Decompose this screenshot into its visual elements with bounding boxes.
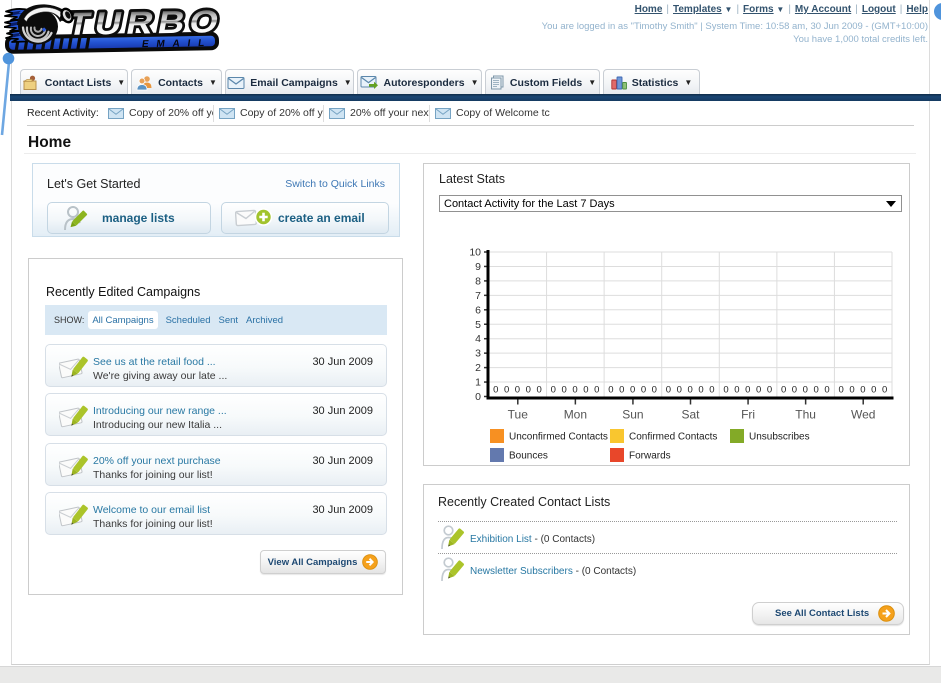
svg-text:Thu: Thu [795,408,816,422]
svg-text:0: 0 [803,385,808,396]
svg-text:0: 0 [515,385,520,396]
svg-text:0: 0 [688,385,693,396]
svg-text:9: 9 [475,261,481,273]
svg-text:0: 0 [698,385,703,396]
svg-text:0: 0 [562,385,567,396]
svg-text:0: 0 [551,385,556,396]
svg-text:2: 2 [475,362,481,374]
svg-text:Sat: Sat [681,408,700,422]
svg-text:0: 0 [781,385,786,396]
svg-text:5: 5 [475,319,481,331]
svg-text:0: 0 [814,385,819,396]
svg-text:0: 0 [709,385,714,396]
svg-text:0: 0 [756,385,761,396]
svg-text:0: 0 [619,385,624,396]
svg-text:Mon: Mon [564,408,587,422]
svg-text:0: 0 [526,385,531,396]
svg-text:0: 0 [767,385,772,396]
svg-text:0: 0 [641,385,646,396]
svg-text:0: 0 [572,385,577,396]
svg-text:3: 3 [475,348,481,360]
svg-text:1: 1 [475,377,481,389]
svg-text:0: 0 [824,385,829,396]
svg-text:0: 0 [666,385,671,396]
svg-text:0: 0 [792,385,797,396]
svg-text:0: 0 [734,385,739,396]
svg-text:0: 0 [871,385,876,396]
svg-text:0: 0 [849,385,854,396]
svg-text:0: 0 [630,385,635,396]
svg-text:0: 0 [882,385,887,396]
svg-text:6: 6 [475,304,481,316]
svg-text:0: 0 [583,385,588,396]
svg-text:0: 0 [723,385,728,396]
svg-text:0: 0 [504,385,509,396]
svg-text:4: 4 [475,333,481,345]
svg-text:0: 0 [677,385,682,396]
svg-text:Wed: Wed [851,408,875,422]
svg-text:Tue: Tue [508,408,529,422]
svg-text:10: 10 [469,247,481,259]
svg-text:7: 7 [475,290,481,302]
svg-text:0: 0 [608,385,613,396]
svg-text:0: 0 [493,385,498,396]
svg-text:Sun: Sun [622,408,643,422]
svg-text:0: 0 [839,385,844,396]
svg-text:0: 0 [594,385,599,396]
svg-text:0: 0 [860,385,865,396]
svg-text:8: 8 [475,275,481,287]
svg-text:0: 0 [745,385,750,396]
svg-text:0: 0 [652,385,657,396]
svg-text:0: 0 [475,391,481,403]
svg-text:0: 0 [537,385,542,396]
svg-text:Fri: Fri [741,408,755,422]
